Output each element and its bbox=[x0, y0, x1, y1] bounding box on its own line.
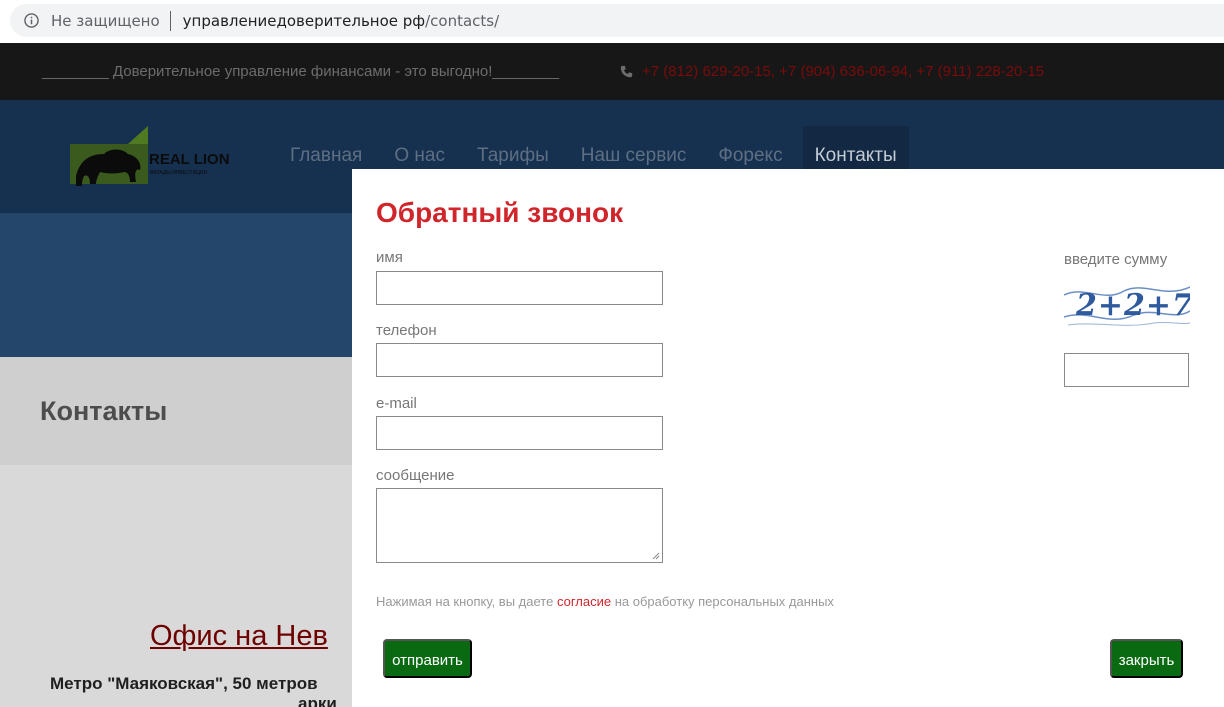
phone-numbers[interactable]: +7 (812) 629-20-15, +7 (904) 636-06-94, … bbox=[642, 63, 1044, 80]
name-label: имя bbox=[376, 249, 403, 266]
captcha-image: 2+2+7 bbox=[1064, 281, 1190, 331]
page-title: Контакты bbox=[40, 396, 168, 426]
omnibox[interactable]: Не защищено управлениедоверительное рф/c… bbox=[10, 4, 1224, 37]
captcha-text: 2+2+7 bbox=[1075, 288, 1190, 323]
browser-address-bar: Не защищено управлениедоверительное рф/c… bbox=[0, 0, 1224, 43]
info-icon[interactable] bbox=[24, 13, 39, 28]
captcha-label: введите сумму bbox=[1064, 251, 1168, 268]
address-separator bbox=[169, 10, 171, 31]
name-input[interactable] bbox=[376, 271, 663, 305]
site-top-strip: ________ Доверительное управление финанс… bbox=[0, 43, 1224, 100]
url-path: /contacts/ bbox=[425, 11, 500, 30]
site-slogan: ________ Доверительное управление финанс… bbox=[42, 63, 560, 80]
security-status[interactable]: Не защищено bbox=[51, 12, 160, 30]
logo-tagline: ВКЛАДЫ ИНВЕСТИЦИИ bbox=[150, 170, 207, 176]
phone-label: телефон bbox=[376, 322, 437, 339]
phone-input[interactable] bbox=[376, 343, 663, 377]
callback-modal: Обратный звонок имя телефон e-mail сообщ… bbox=[352, 169, 1224, 707]
consent-link[interactable]: согласие bbox=[557, 594, 611, 609]
message-label: сообщение bbox=[376, 467, 455, 484]
email-input[interactable] bbox=[376, 416, 663, 450]
office-address: Метро "Маяковская", 50 метров bbox=[50, 674, 318, 693]
captcha-input[interactable] bbox=[1064, 353, 1189, 387]
message-textarea[interactable] bbox=[376, 488, 663, 563]
consent-text: Нажимая на кнопку, вы даете согласие на … bbox=[376, 594, 834, 609]
phone-icon bbox=[620, 65, 633, 78]
send-button[interactable]: отправить bbox=[383, 639, 472, 678]
real-lion-logo[interactable]: REAL LION ВКЛАДЫ ИНВЕСТИЦИИ bbox=[70, 124, 240, 194]
consent-before: Нажимая на кнопку, вы даете bbox=[376, 594, 557, 609]
url-host: управлениедоверительное рф bbox=[182, 11, 426, 30]
office-address-line2: арки bbox=[298, 694, 337, 707]
url-text[interactable]: управлениедоверительное рф/contacts/ bbox=[183, 12, 500, 30]
consent-after: на обработку персональных данных bbox=[611, 594, 834, 609]
resize-grip-icon[interactable] bbox=[652, 552, 660, 560]
email-label: e-mail bbox=[376, 395, 417, 412]
office-link[interactable]: Офис на Нев bbox=[150, 620, 328, 653]
close-button[interactable]: закрыть bbox=[1110, 639, 1183, 678]
modal-title: Обратный звонок bbox=[376, 197, 624, 228]
logo-wordmark: REAL LION bbox=[149, 151, 230, 168]
